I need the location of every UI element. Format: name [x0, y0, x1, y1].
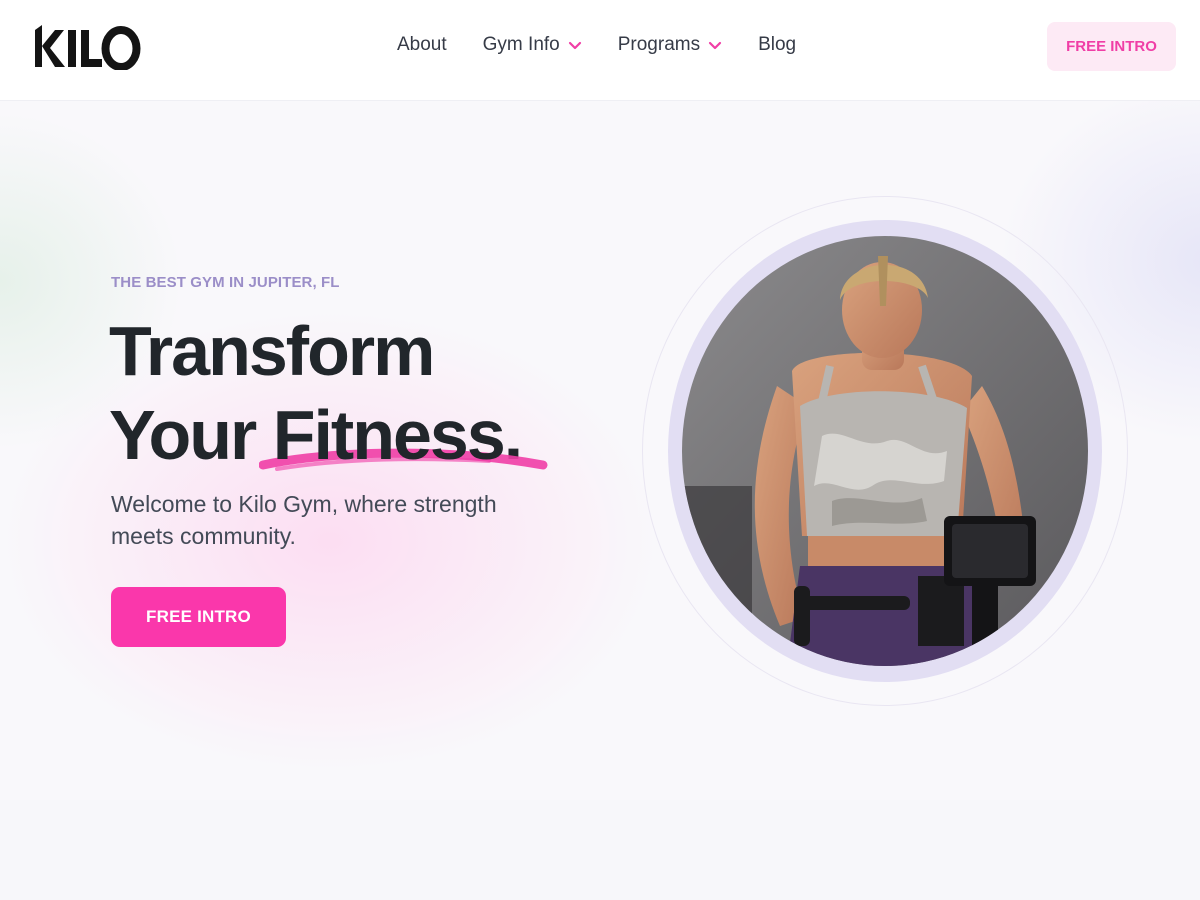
headline-highlight: Fitness: [258, 393, 548, 477]
nav-item-about[interactable]: About: [397, 34, 447, 56]
kilo-logo-mark: [35, 25, 141, 70]
woman-on-bike-photo: [682, 236, 1088, 666]
free-intro-header-button[interactable]: FREE INTRO: [1047, 22, 1176, 71]
hero-headline: Transform Your Fitness.: [109, 309, 548, 477]
nav-label: About: [397, 34, 447, 55]
hero-subtitle: Welcome to Kilo Gym, where strength meet…: [111, 491, 497, 549]
nav-item-blog[interactable]: Blog: [758, 34, 796, 56]
hero-eyebrow: THE BEST GYM IN JUPITER, FL: [111, 274, 340, 291]
headline-line-1: Transform: [109, 312, 435, 390]
chevron-down-icon: [708, 41, 722, 50]
chevron-down-icon: [568, 41, 582, 50]
site-header: About Gym Info Programs Blog FREE INTRO: [0, 0, 1200, 101]
main-nav: About Gym Info Programs Blog: [397, 34, 832, 56]
nav-label: Programs: [617, 34, 701, 55]
hero-photo-frame: [668, 220, 1102, 682]
nav-label: Gym Info: [482, 34, 560, 55]
free-intro-hero-button[interactable]: FREE INTRO: [111, 587, 286, 647]
nav-label: Blog: [758, 34, 797, 55]
headline-highlight-text: Fitness: [272, 396, 506, 474]
kilo-logo[interactable]: [33, 22, 141, 70]
lower-band: [0, 800, 1200, 900]
nav-item-programs[interactable]: Programs: [618, 34, 722, 56]
nav-item-gym-info[interactable]: Gym Info: [483, 34, 582, 56]
headline-prefix: Your: [109, 396, 257, 474]
headline-line-2: Your Fitness.: [109, 393, 548, 477]
hero-section: THE BEST GYM IN JUPITER, FL Transform Yo…: [0, 101, 1200, 800]
